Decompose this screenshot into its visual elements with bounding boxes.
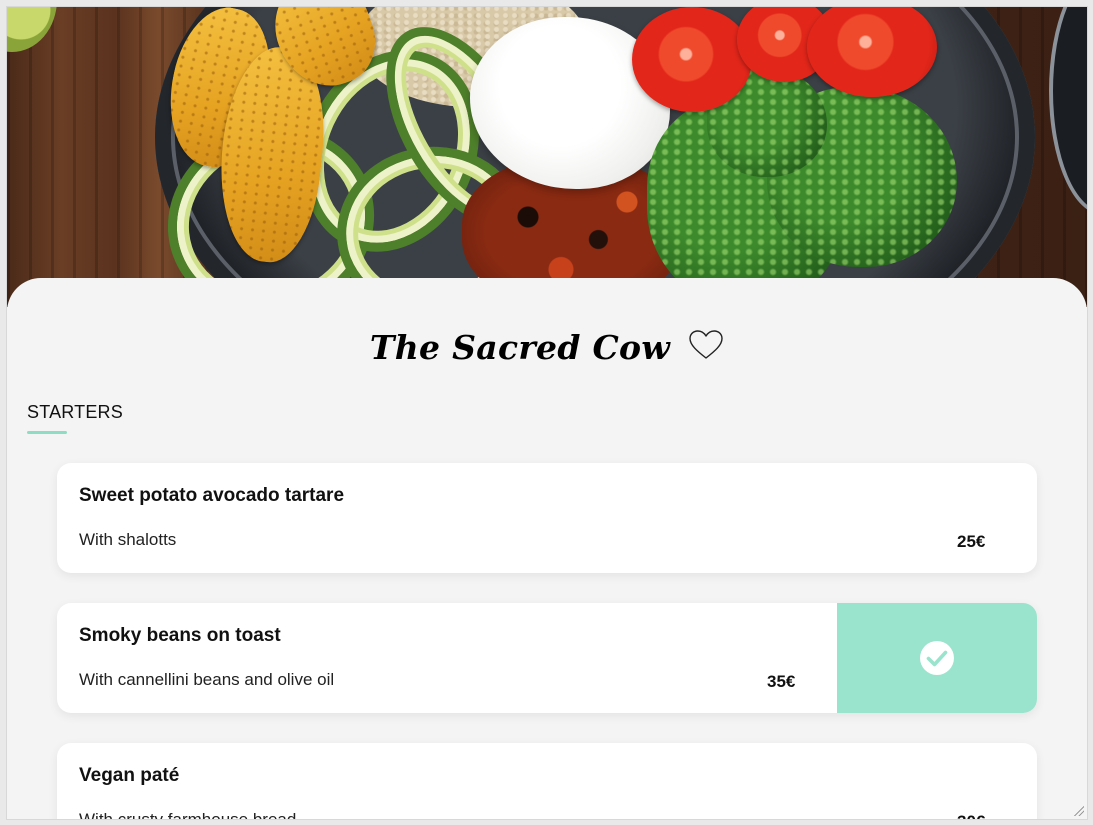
section-tab-starters[interactable]: STARTERS	[27, 402, 123, 434]
side-bowl-image	[1049, 7, 1087, 215]
menu-item-price: 30€	[957, 812, 985, 819]
check-circle-icon	[920, 641, 954, 675]
resize-grip-icon[interactable]	[1072, 804, 1084, 816]
lime-bowl-image	[7, 7, 57, 52]
section-label: STARTERS	[27, 402, 123, 422]
app-viewport: The Sacred Cow STARTERS Sweet potato avo…	[6, 6, 1088, 820]
menu-item-name: Sweet potato avocado tartare	[79, 485, 345, 506]
cherry-tomato-image	[632, 7, 752, 112]
active-tab-underline	[27, 431, 67, 434]
menu-item-card-selected[interactable]: Smoky beans on toast With cannellini bea…	[57, 603, 1037, 713]
menu-item-description: With shalotts	[79, 530, 177, 549]
menu-item-description: With crusty farmhouse bread	[79, 810, 297, 820]
restaurant-title: The Sacred Cow	[369, 327, 671, 367]
heart-icon[interactable]	[688, 329, 724, 361]
menu-item-card[interactable]: Sweet potato avocado tartare With shalot…	[57, 463, 1037, 573]
menu-item-name: Smoky beans on toast	[79, 625, 281, 646]
title-row: The Sacred Cow	[7, 322, 1087, 372]
menu-item-content: Vegan paté With crusty farmhouse bread 3…	[57, 743, 1037, 820]
menu-item-content: Sweet potato avocado tartare With shalot…	[57, 463, 1037, 573]
menu-item-price: 35€	[767, 672, 796, 691]
menu-item-price: 25€	[957, 532, 986, 551]
menu-sheet: The Sacred Cow STARTERS Sweet potato avo…	[7, 278, 1087, 820]
menu-item-card[interactable]: Vegan paté With crusty farmhouse bread 3…	[57, 743, 1037, 820]
selected-indicator[interactable]	[837, 603, 1037, 713]
menu-item-content: Smoky beans on toast With cannellini bea…	[57, 603, 837, 713]
menu-item-description: With cannellini beans and olive oil	[79, 670, 335, 689]
menu-item-name: Vegan paté	[79, 765, 180, 786]
hero-food-image	[7, 7, 1087, 307]
